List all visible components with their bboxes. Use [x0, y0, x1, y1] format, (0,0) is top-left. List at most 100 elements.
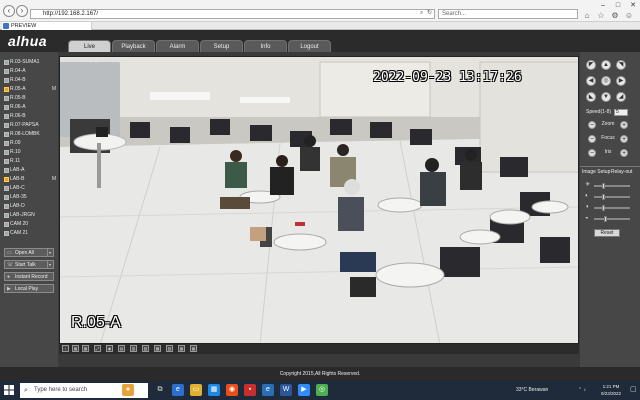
chrome-icon[interactable]: ◎ — [316, 384, 328, 396]
layout-1-icon[interactable]: ▫ — [62, 345, 69, 352]
ptz-up-icon[interactable]: ▲ — [601, 60, 611, 70]
ptz-left-icon[interactable]: ◀ — [586, 76, 596, 86]
start-talk-dropdown-icon[interactable]: ▾ — [47, 261, 52, 269]
layout-6-icon[interactable]: ▤ — [118, 345, 125, 352]
contrast-knob[interactable] — [602, 194, 605, 200]
system-tray-icons[interactable]: ⌃ ♪ — [578, 386, 592, 394]
hue-slider[interactable] — [594, 216, 630, 222]
camera-list-item[interactable]: LAB-JRGN — [4, 211, 56, 220]
camera-list-item[interactable]: R.06-A — [4, 103, 56, 112]
zoom-out-icon[interactable]: + — [620, 121, 628, 129]
fullscreen-icon[interactable]: ⤢ — [94, 345, 101, 352]
live-video-view[interactable]: 192.168.2.167_6_VBR/Kbps_H 2022-09-23 13… — [59, 56, 579, 344]
camera-list-item[interactable]: R.08-LOMBK — [4, 130, 56, 139]
app-icon[interactable]: ▪ — [244, 384, 256, 396]
camera-list-item[interactable]: CAM 20 — [4, 220, 56, 229]
start-talk-button[interactable]: ☏ Start Talk ▾ — [4, 260, 54, 269]
zoom-app-icon[interactable]: ▶ — [298, 384, 310, 396]
tab-logout[interactable]: Logout — [288, 40, 331, 52]
windows-start-icon[interactable] — [4, 385, 14, 395]
back-icon[interactable]: ‹ — [3, 5, 15, 17]
edge-icon[interactable]: e — [172, 384, 184, 396]
address-bar[interactable]: http://192.168.2.167/ — [30, 9, 435, 19]
camera-list-item[interactable]: R.05-A M — [4, 85, 56, 94]
layout-4-icon[interactable]: ▦ — [72, 345, 79, 352]
search-dropdown-icon[interactable]: ⌕ — [420, 10, 426, 17]
home-icon[interactable]: ⌂ — [582, 11, 592, 20]
ptz-up-left-icon[interactable]: ◤ — [586, 60, 596, 70]
snapshot-icon[interactable]: ◉ — [106, 345, 113, 352]
layout-25-icon[interactable]: ▦ — [178, 345, 185, 352]
internet-explorer-icon[interactable]: e — [262, 384, 274, 396]
settings-gear-icon[interactable]: ⚙ — [610, 11, 620, 20]
tab-live[interactable]: Live — [68, 40, 111, 52]
refresh-icon[interactable]: ↻ — [427, 10, 433, 17]
ptz-right-icon[interactable]: ▶ — [616, 76, 626, 86]
contrast-slider[interactable] — [594, 194, 630, 200]
camera-list-item[interactable]: R.09 — [4, 139, 56, 148]
focus-near-icon[interactable]: − — [588, 135, 596, 143]
instant-record-button[interactable]: ● Instant Record — [4, 272, 54, 281]
focus-far-icon[interactable]: + — [620, 135, 628, 143]
maximize-icon[interactable]: □ — [611, 2, 625, 10]
camera-list-item[interactable]: CAM 21 — [4, 229, 56, 238]
brightness-slider[interactable] — [594, 183, 630, 189]
camera-list-item[interactable]: R.06-B — [4, 112, 56, 121]
file-explorer-icon[interactable]: ▭ — [190, 384, 202, 396]
firefox-icon[interactable]: ◉ — [226, 384, 238, 396]
local-play-button[interactable]: ▶ Local Play — [4, 284, 54, 293]
camera-list-item[interactable]: R.04-A — [4, 67, 56, 76]
camera-list-item[interactable]: R.07-PAPSA — [4, 121, 56, 130]
speed-select[interactable]: 5 — [614, 109, 628, 116]
tab-setup[interactable]: Setup — [200, 40, 243, 52]
ptz-down-icon[interactable]: ▼ — [601, 92, 611, 102]
smiley-icon[interactable]: ☺ — [624, 11, 634, 20]
iris-close-icon[interactable]: − — [588, 149, 596, 157]
close-icon[interactable]: ✕ — [626, 2, 640, 10]
camera-list-item[interactable]: LAB-C — [4, 184, 56, 193]
camera-list-item[interactable]: R.11 — [4, 157, 56, 166]
zoom-in-icon[interactable]: − — [588, 121, 596, 129]
minimize-icon[interactable]: – — [596, 2, 610, 10]
camera-list-item[interactable]: LAB-B M — [4, 175, 56, 184]
camera-list-item[interactable]: LAB-D — [4, 202, 56, 211]
layout-36-icon[interactable]: ▦ — [190, 345, 197, 352]
brightness-knob[interactable] — [602, 183, 605, 189]
open-all-button[interactable]: ▭ Open All ▾ — [4, 248, 54, 257]
camera-list-item[interactable]: LAB-A — [4, 166, 56, 175]
word-icon[interactable]: W — [280, 384, 292, 396]
layout-13-icon[interactable]: ▧ — [142, 345, 149, 352]
forward-icon[interactable]: › — [16, 5, 28, 17]
open-all-dropdown-icon[interactable]: ▾ — [47, 249, 52, 257]
tab-alarm[interactable]: Alarm — [156, 40, 199, 52]
favorites-icon[interactable]: ☆ — [596, 11, 606, 20]
relay-out-label[interactable]: Relay-out — [611, 169, 639, 176]
browser-tab[interactable]: PREVIEW — [2, 22, 92, 30]
camera-list-item[interactable]: R.10 — [4, 148, 56, 157]
image-setup-label[interactable]: Image Setup — [582, 169, 612, 176]
cortana-icon[interactable]: ● — [122, 384, 134, 396]
layout-9-icon[interactable]: ▦ — [82, 345, 89, 352]
tab-info[interactable]: Info — [244, 40, 287, 52]
saturation-knob[interactable] — [602, 205, 605, 211]
task-view-icon[interactable]: ⧉ — [154, 384, 166, 396]
taskbar-clock[interactable]: 1:21 PM 9/23/2022 — [596, 383, 626, 398]
camera-list-item[interactable]: LAB-35 — [4, 193, 56, 202]
camera-list-item[interactable]: R.03-SUMA1 — [4, 58, 56, 67]
tab-playback[interactable]: Playback — [112, 40, 155, 52]
ptz-center-icon[interactable]: ◎ — [601, 76, 611, 86]
notification-icon[interactable]: ▢ — [630, 385, 638, 395]
iris-open-icon[interactable]: + — [620, 149, 628, 157]
layout-8-icon[interactable]: ▥ — [130, 345, 137, 352]
camera-list-item[interactable]: R.04-B — [4, 76, 56, 85]
store-icon[interactable]: ▦ — [208, 384, 220, 396]
weather-widget[interactable]: 33°C Berawan — [516, 385, 576, 395]
layout-20-icon[interactable]: ▨ — [166, 345, 173, 352]
browser-search-input[interactable]: Search... — [438, 9, 578, 19]
ptz-down-right-icon[interactable]: ◢ — [616, 92, 626, 102]
camera-list-item[interactable]: R.05-B — [4, 94, 56, 103]
ptz-up-right-icon[interactable]: ◥ — [616, 60, 626, 70]
layout-16-icon[interactable]: ▩ — [154, 345, 161, 352]
saturation-slider[interactable] — [594, 205, 630, 211]
ptz-down-left-icon[interactable]: ◣ — [586, 92, 596, 102]
